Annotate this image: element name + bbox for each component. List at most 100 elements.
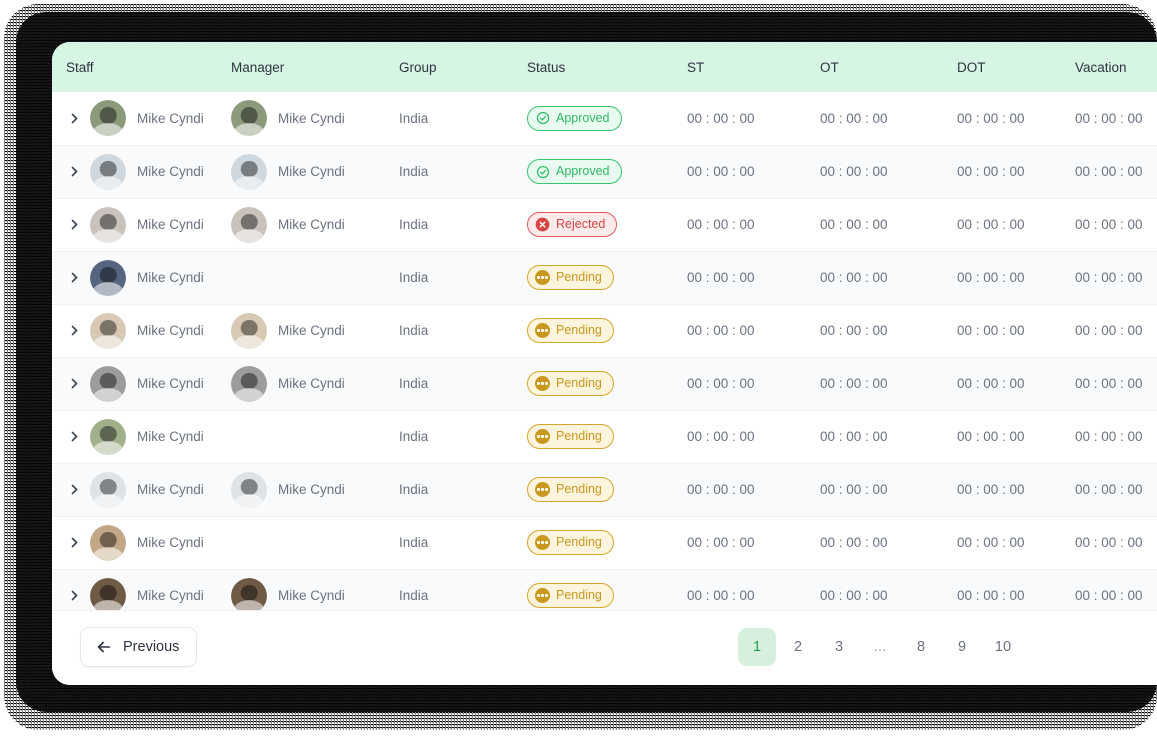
cell-status: Approved (513, 92, 673, 145)
pagination-page-9[interactable]: 9 (943, 628, 981, 666)
cell-vacation: 00 : 00 : 00 (1075, 110, 1143, 126)
table-row[interactable]: Mike Cyndi Mike Cyndi India Pending 00 : 00 … (52, 462, 1157, 517)
arrow-left-icon (95, 638, 113, 656)
pagination-page-1[interactable]: 1 (738, 628, 776, 666)
cell-ot: 00 : 00 : 00 (820, 429, 888, 444)
chevron-right-icon[interactable] (66, 482, 82, 498)
cell-vacation: 00 : 00 : 00 (1075, 323, 1143, 338)
manager-name: Mike Cyndi (278, 217, 345, 232)
table-row[interactable]: Mike Cyndi India Pending 00 : 00 : 00 00 : 0… (52, 410, 1157, 463)
cell-status: Approved (513, 144, 673, 199)
status-badge[interactable]: Approved (527, 159, 622, 184)
table-row[interactable]: Mike Cyndi Mike Cyndi India Approved 00 : 00… (52, 92, 1157, 145)
column-header-manager[interactable]: Manager (217, 42, 385, 92)
status-badge[interactable]: Pending (527, 477, 614, 502)
column-header-staff[interactable]: Staff (52, 42, 217, 92)
cell-st: 00 : 00 : 00 (673, 356, 806, 411)
cell-dot: 00 : 00 : 00 (957, 110, 1025, 126)
previous-page-button[interactable]: Previous (80, 627, 198, 667)
chevron-right-icon[interactable] (66, 110, 82, 126)
table-row[interactable]: Mike Cyndi Mike Cyndi India Rejected 00 : 00… (52, 198, 1157, 251)
manager-avatar (231, 100, 267, 137)
column-header-st[interactable]: ST (673, 42, 806, 92)
ellipsis-circle-icon (535, 429, 550, 444)
pagination-page-10[interactable]: 10 (984, 628, 1022, 666)
cell-dot: 00 : 00 : 00 (943, 462, 1061, 517)
cell-status: Pending (513, 462, 673, 517)
staff-name: Mike Cyndi (137, 110, 204, 126)
staff-name: Mike Cyndi (137, 217, 204, 232)
chevron-right-icon[interactable] (66, 376, 82, 392)
cell-staff: Mike Cyndi (52, 516, 217, 569)
chevron-right-icon[interactable] (66, 164, 82, 180)
cell-dot: 00 : 00 : 00 (957, 429, 1025, 444)
chevron-right-icon[interactable] (66, 588, 82, 604)
cell-group: India (399, 110, 429, 126)
column-header-vacation[interactable]: Vacation (1061, 42, 1157, 92)
timesheet-table-card: Staff Manager Group Status ST OT DOT Vacation M… (52, 42, 1157, 685)
status-badge[interactable]: Pending (527, 583, 614, 608)
screenshot-stage: Staff Manager Group Status ST OT DOT Vacation M… (0, 0, 1157, 740)
pagination-page-3[interactable]: 3 (820, 628, 858, 666)
cell-staff: Mike Cyndi (52, 410, 217, 463)
cell-ot: 00 : 00 : 00 (820, 217, 888, 232)
ellipsis-circle-icon (535, 482, 550, 497)
cell-vacation: 00 : 00 : 00 (1075, 535, 1143, 550)
cell-vacation: 00 : 00 : 00 (1061, 462, 1157, 517)
status-badge-label: Rejected (556, 217, 606, 232)
status-badge-label: Pending (556, 482, 602, 497)
table-row[interactable]: Mike Cyndi Mike Cyndi India Pending 00 : 00 … (52, 356, 1157, 411)
chevron-right-icon[interactable] (66, 323, 82, 339)
staff-name: Mike Cyndi (137, 482, 204, 497)
cell-group: India (385, 356, 513, 411)
table-row[interactable]: Mike Cyndi India Pending 00 : 00 : 00 00 : 0… (52, 250, 1157, 305)
status-badge[interactable]: Pending (527, 530, 614, 555)
cell-st: 00 : 00 : 00 (673, 462, 806, 517)
cell-st: 00 : 00 : 00 (687, 217, 755, 232)
ellipsis-circle-icon (535, 588, 550, 603)
cell-manager: Mike Cyndi (217, 144, 385, 199)
status-badge[interactable]: Pending (527, 265, 614, 290)
pagination: 1 2 3... 8 9 10 (738, 628, 1025, 666)
table-row[interactable]: Mike Cyndi Mike Cyndi India Pending 00 : 00 … (52, 304, 1157, 357)
status-badge[interactable]: Rejected (527, 212, 618, 237)
column-header-ot[interactable]: OT (806, 42, 943, 92)
cell-dot: 00 : 00 : 00 (957, 217, 1025, 232)
status-badge[interactable]: Pending (527, 318, 614, 343)
chevron-right-icon[interactable] (66, 429, 82, 445)
check-circle-icon (535, 164, 550, 179)
pagination-page-8[interactable]: 8 (902, 628, 940, 666)
check-circle-icon (535, 111, 550, 126)
table-footer: Previous 1 2 3... 8 9 10 (52, 610, 1157, 685)
status-badge-label: Pending (556, 588, 602, 603)
chevron-right-icon[interactable] (66, 217, 82, 233)
manager-avatar (231, 577, 267, 614)
table-row[interactable]: Mike Cyndi Mike Cyndi India Approved 00 : 00… (52, 144, 1157, 199)
cell-group: India (399, 429, 429, 444)
status-badge[interactable]: Pending (527, 424, 614, 449)
cell-st: 00 : 00 : 00 (687, 535, 755, 550)
manager-name: Mike Cyndi (278, 376, 345, 391)
pagination-page-2[interactable]: 2 (779, 628, 817, 666)
cell-group: India (399, 535, 429, 550)
cell-staff: Mike Cyndi (52, 356, 217, 411)
status-badge[interactable]: Approved (527, 105, 622, 131)
column-header-group[interactable]: Group (385, 42, 513, 92)
chevron-right-icon[interactable] (66, 535, 82, 551)
staff-name: Mike Cyndi (137, 429, 204, 444)
manager-name: Mike Cyndi (278, 588, 345, 603)
table-row[interactable]: Mike Cyndi India Pending 00 : 00 : 00 00 : 0… (52, 516, 1157, 569)
manager-name: Mike Cyndi (278, 323, 345, 338)
manager-avatar (231, 153, 267, 190)
cell-group: India (385, 250, 513, 305)
column-header-status[interactable]: Status (513, 42, 673, 92)
timesheet-table: Staff Manager Group Status ST OT DOT Vacation M… (52, 42, 1157, 623)
column-header-dot[interactable]: DOT (943, 42, 1061, 92)
cell-ot: 00 : 00 : 00 (806, 144, 943, 199)
manager-avatar (231, 206, 267, 243)
cell-ot: 00 : 00 : 00 (820, 323, 888, 338)
cell-st: 00 : 00 : 00 (687, 429, 755, 444)
chevron-right-icon[interactable] (66, 270, 82, 286)
cell-st: 00 : 00 : 00 (687, 323, 755, 338)
status-badge[interactable]: Pending (527, 371, 614, 396)
